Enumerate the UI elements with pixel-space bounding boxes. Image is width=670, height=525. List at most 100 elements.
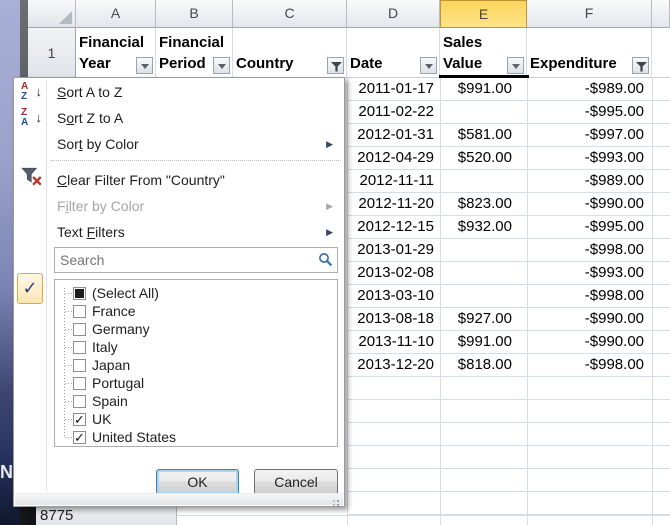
cell-expenditure[interactable]: -$990.00 [528,193,644,215]
cell-expenditure[interactable]: -$990.00 [528,308,644,330]
chevron-down-icon [512,64,520,69]
header-cell-country[interactable]: Country [233,28,347,78]
dropdown-button-financial-period[interactable] [213,57,230,74]
cell-sales-value[interactable]: $520.00 [441,147,512,169]
header-cell-sales-value[interactable]: Sales Value [440,28,527,78]
cell-date[interactable]: 2012-01-31 [348,124,434,146]
cell-sales-value[interactable]: $823.00 [441,193,512,215]
row-header-8775[interactable]: 8775 [36,507,177,525]
filter-value-row[interactable]: Portugal [55,374,337,392]
cell-sales-value[interactable] [441,262,512,284]
search-input[interactable] [54,247,338,273]
cell-date[interactable]: 2013-02-08 [348,262,434,284]
checkmark-button[interactable]: ✓ [17,273,43,304]
cell-sales-value[interactable]: $991.00 [441,78,512,100]
cell-date[interactable]: 2011-01-17 [348,78,434,100]
header-cell-financial-year[interactable]: Financial Year [76,28,156,78]
cell-date[interactable]: 2012-11-20 [348,193,434,215]
checkbox[interactable] [73,359,86,372]
cell-date[interactable]: 2013-01-29 [348,239,434,261]
cell-sales-value[interactable] [441,170,512,192]
column-header-b[interactable]: B [156,0,233,28]
filter-value-row[interactable]: Italy [55,338,337,356]
menu-item[interactable]: Sort by Color ▶ [15,131,343,157]
desktop-icon-label: N [0,462,13,483]
column-header-a[interactable]: A [76,0,156,28]
column-header-c[interactable]: C [233,0,347,28]
header-cell-expenditure[interactable]: Expenditure [527,28,652,78]
checkbox[interactable] [73,341,86,354]
tree-line [65,419,73,420]
filter-button-country[interactable] [327,57,344,74]
cell-expenditure[interactable]: -$995.00 [528,101,644,123]
checkbox[interactable] [73,395,86,408]
cell-date[interactable]: 2013-11-10 [348,331,434,353]
filter-button-expenditure[interactable] [632,57,649,74]
cell-date[interactable]: 2012-12-15 [348,216,434,238]
cell-expenditure[interactable]: -$989.00 [528,78,644,100]
cell-date[interactable]: 2012-04-29 [348,147,434,169]
dropdown-button-financial-year[interactable] [136,57,153,74]
cell-sales-value[interactable]: $932.00 [441,216,512,238]
cell-sales-value[interactable]: $991.00 [441,331,512,353]
cell-expenditure[interactable]: -$998.00 [528,354,644,376]
menu-item[interactable]: Text Filters ▶ [15,219,343,245]
cell-date[interactable]: 2013-08-18 [348,308,434,330]
checkbox[interactable] [73,323,86,336]
select-all-corner[interactable] [28,0,76,28]
cell-expenditure[interactable]: -$993.00 [528,262,644,284]
search-box [54,247,338,273]
column-header-f[interactable]: F [527,0,652,28]
checkbox-label: UK [92,410,111,428]
filter-value-row[interactable]: UK [55,410,337,428]
cell-sales-value[interactable] [441,101,512,123]
dropdown-button-date[interactable] [420,57,437,74]
filter-value-row[interactable]: Spain [55,392,337,410]
menu-item[interactable]: Clear Filter From "Country" ▶ [15,167,343,193]
row-header-1[interactable]: 1 [28,28,76,78]
header-cell-date[interactable]: Date [347,28,440,78]
filter-value-row[interactable]: Germany [55,320,337,338]
checkbox[interactable] [73,287,86,300]
filter-value-row[interactable]: United States [55,428,337,446]
cell-expenditure[interactable]: -$997.00 [528,124,644,146]
cell-expenditure[interactable]: -$998.00 [528,285,644,307]
cell-date[interactable]: 2011-02-22 [348,101,434,123]
filter-value-row[interactable]: France [55,302,337,320]
dropdown-button-sales-value[interactable] [507,57,524,74]
filter-value-row[interactable]: (Select All) [55,284,337,302]
checkbox[interactable] [73,377,86,390]
column-header-e-selected[interactable]: E [440,0,527,28]
cell-sales-value[interactable]: $581.00 [441,124,512,146]
header-cell-financial-period[interactable]: Financial Period [156,28,233,78]
cell-expenditure[interactable]: -$990.00 [528,331,644,353]
filter-value-row[interactable]: Japan [55,356,337,374]
cell-sales-value[interactable] [441,239,512,261]
menu-item[interactable]: Sort A to Z ▶ [15,79,343,105]
menu-item: Filter by Color ▶ [15,193,343,219]
cell-date[interactable]: 2013-12-20 [348,354,434,376]
checkbox[interactable] [73,413,86,426]
cell-sales-value[interactable]: $818.00 [441,354,512,376]
cancel-button[interactable]: Cancel [254,469,338,495]
filter-values-list[interactable]: (Select All) France Germany Italy Japan … [54,279,338,447]
menu-resize-strip [15,493,343,505]
cell-sales-value[interactable] [441,285,512,307]
column-header-d[interactable]: D [347,0,440,28]
cell-sales-value[interactable]: $927.00 [441,308,512,330]
resize-grip[interactable] [331,494,340,503]
tree-line [65,347,73,348]
checkbox[interactable] [73,305,86,318]
tree-line [65,329,73,330]
cell-date[interactable]: 2012-11-11 [348,170,434,192]
cell-date[interactable]: 2013-03-10 [348,285,434,307]
checkmark-icon: ✓ [22,278,37,298]
menu-item[interactable]: Sort Z to A ▶ [15,105,343,131]
cell-expenditure[interactable]: -$993.00 [528,147,644,169]
column-header-g[interactable] [652,0,670,28]
cell-expenditure[interactable]: -$995.00 [528,216,644,238]
cell-expenditure[interactable]: -$998.00 [528,239,644,261]
cell-expenditure[interactable]: -$989.00 [528,170,644,192]
ok-button[interactable]: OK [156,469,239,495]
checkbox[interactable] [73,431,86,444]
